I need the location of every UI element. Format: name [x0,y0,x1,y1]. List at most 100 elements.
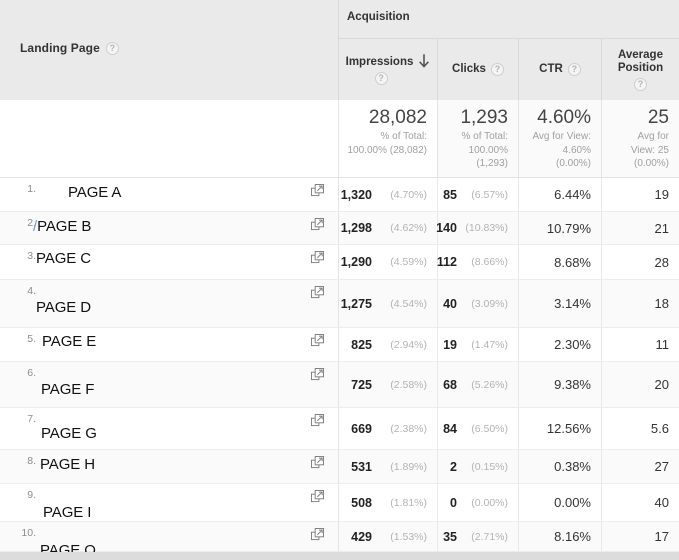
table-row[interactable]: 6. PAGE F 725 (2.58%) 68 (5.26%) 9.38% 20 [0,362,679,408]
open-in-new-icon[interactable] [311,528,324,541]
cell-average-position: 11 [602,328,679,361]
row-index: 7. [27,413,36,425]
average-position-value: 40 [654,495,669,510]
cell-impressions: 1,320 (4.70%) [339,178,438,211]
impressions-value: 825 [351,337,372,352]
row-metrics: 669 (2.38%) 84 (6.50%) 12.56% 5.6 [338,408,679,449]
impressions-percent: (1.81%) [390,496,427,509]
summary-average-position-sub2: View: 25 [630,144,669,156]
impressions-value: 725 [351,377,372,392]
cell-ctr: 9.38% [519,362,602,407]
table-row[interactable]: 3. PAGE C 1,290 (4.59%) 112 (8.66%) 8.68% 28 [0,245,679,280]
cell-average-position: 18 [602,280,679,327]
landing-page-label[interactable]: PAGE G [41,425,97,442]
table-row[interactable]: 4. PAGE D 1,275 (4.54%) 40 (3.09%) 3.14% 18 [0,280,679,328]
clicks-percent: (5.26%) [471,378,508,391]
impressions-percent: (2.94%) [390,338,427,351]
landing-page-label[interactable]: PAGE H [40,456,95,473]
summary-average-position-value: 25 [647,107,669,128]
table-row[interactable]: 9. PAGE I 508 (1.81%) 0 (0.00%) 0.00% 40 [0,484,679,522]
table-row[interactable]: 1. PAGE A 1,320 (4.70%) 85 (6.57%) 6.44% 19 [0,178,679,212]
landing-page-cell[interactable]: 4. PAGE D [0,280,338,327]
landing-page-cell[interactable]: 5. PAGE E [0,328,338,361]
landing-page-cell[interactable]: 6. PAGE F [0,362,338,407]
landing-page-label[interactable]: PAGE D [36,299,91,316]
landing-page-label[interactable]: /PAGE B [33,218,91,235]
cell-impressions: 531 (1.89%) [339,450,438,483]
cell-ctr: 0.38% [519,450,602,483]
open-in-new-icon[interactable] [311,218,324,231]
landing-page-cell[interactable]: 8. PAGE H [0,450,338,483]
summary-row: 28,082 % of Total: 100.00% (28,082) 1,29… [0,100,679,178]
open-in-new-icon[interactable] [311,456,324,469]
open-in-new-icon[interactable] [311,334,324,347]
landing-page-cell[interactable]: 10. PAGE Q [0,522,338,559]
cell-average-position: 5.6 [602,408,679,449]
summary-ctr-sub2: 4.60% [562,144,591,156]
cell-average-position: 19 [602,178,679,211]
landing-page-cell[interactable]: 7. PAGE G [0,408,338,449]
dimension-header-cell[interactable]: Landing Page ? [0,0,338,100]
open-in-new-icon[interactable] [311,490,324,503]
table-row[interactable]: 2./PAGE B 1,298 (4.62%) 140 (10.83%) 10.79% 21 [0,212,679,245]
summary-impressions-sub2: 100.00% (28,082) [347,144,427,156]
landing-page-label[interactable]: PAGE I [43,504,91,521]
landing-page-cell[interactable]: 2./PAGE B [0,212,338,244]
row-index: 1. [27,183,36,195]
landing-page-cell[interactable]: 9. PAGE I [0,484,338,521]
ctr-value: 9.38% [554,377,591,392]
landing-page-label[interactable]: PAGE C [36,250,91,267]
landing-page-cell[interactable]: 1. PAGE A [0,178,338,211]
clicks-value: 68 [443,377,457,392]
row-metrics: 1,320 (4.70%) 85 (6.57%) 6.44% 19 [338,178,679,211]
cell-average-position: 17 [602,522,679,551]
impressions-percent: (4.54%) [390,297,427,310]
clicks-value: 84 [443,421,457,436]
clicks-percent: (1.47%) [471,338,508,351]
table-body: 1. PAGE A 1,320 (4.70%) 85 (6.57%) 6.44% 19 2./P… [0,178,679,559]
impressions-value: 508 [351,495,372,510]
cell-ctr: 0.00% [519,484,602,521]
arrow-down-icon[interactable] [418,54,430,70]
column-header-impressions[interactable]: Impressions ? [339,39,438,100]
summary-average-position-sub1: Avg for [637,131,670,142]
cell-average-position: 40 [602,484,679,521]
column-header-average-position[interactable]: Average Position ? [602,39,679,100]
average-position-value: 11 [655,337,670,352]
open-in-new-icon[interactable] [311,414,324,427]
row-index: 6. [27,367,36,379]
table-row[interactable]: 10. PAGE Q 429 (1.53%) 35 (2.71%) 8.16% 17 [0,522,679,559]
cell-impressions: 508 (1.81%) [339,484,438,521]
help-icon-clicks[interactable]: ? [490,63,504,76]
landing-page-label[interactable]: PAGE A [68,184,121,201]
open-in-new-icon[interactable] [311,184,324,197]
clicks-percent: (8.66%) [471,256,508,268]
landing-page-cell[interactable]: 3. PAGE C [0,245,338,279]
summary-average-position-sub3: (0.00%) [633,158,669,169]
row-index: 5. [27,333,36,345]
table-row[interactable]: 8. PAGE H 531 (1.89%) 2 (0.15%) 0.38% 27 [0,450,679,484]
horizontal-scrollbar[interactable] [0,552,679,560]
help-icon-ctr[interactable]: ? [567,63,581,76]
help-icon-average-position[interactable]: ? [634,77,647,91]
help-icon-impressions[interactable]: ? [374,72,388,85]
analytics-table: Landing Page ? Acquisition Impressions ?… [0,0,679,560]
cell-impressions: 1,298 (4.62%) [339,212,438,244]
help-icon[interactable]: ? [105,41,119,55]
clicks-percent: (0.15%) [471,460,508,473]
column-header-clicks[interactable]: Clicks ? [438,39,519,100]
open-in-new-icon[interactable] [311,368,324,381]
open-in-new-icon[interactable] [311,251,324,264]
landing-page-label[interactable]: PAGE F [41,381,94,398]
column-header-ctr[interactable]: CTR ? [519,39,602,100]
row-index: 10. [21,527,36,539]
cell-clicks: 85 (6.57%) [438,178,519,211]
cell-clicks: 35 (2.71%) [438,522,519,551]
open-in-new-icon[interactable] [311,286,324,299]
impressions-value: 531 [351,459,372,474]
table-row[interactable]: 5. PAGE E 825 (2.94%) 19 (1.47%) 2.30% 11 [0,328,679,362]
table-row[interactable]: 7. PAGE G 669 (2.38%) 84 (6.50%) 12.56% 5.6 [0,408,679,450]
clicks-percent: (6.50%) [471,422,508,435]
landing-page-label[interactable]: PAGE E [42,333,96,350]
impressions-value: 1,275 [340,296,372,311]
